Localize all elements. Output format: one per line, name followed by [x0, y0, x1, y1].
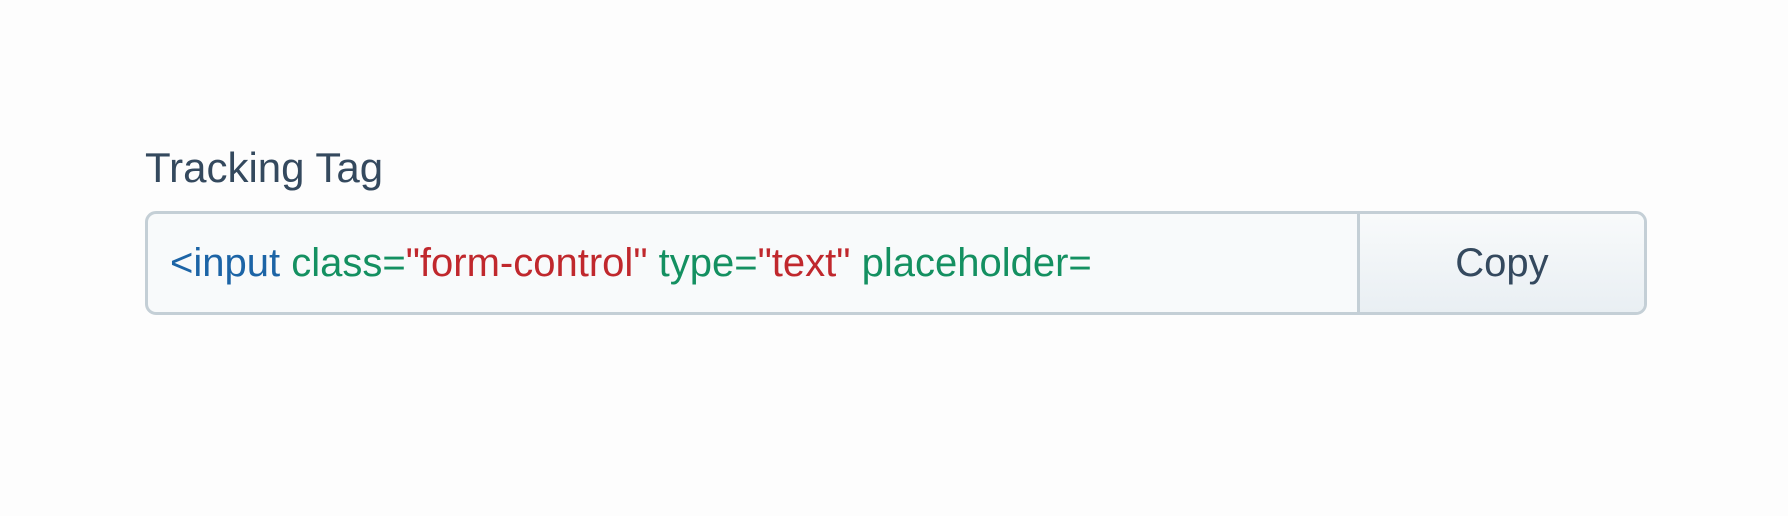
code-token-attribute: type=: [658, 240, 758, 285]
tracking-tag-input-group: <input class= "form-control" type= "text…: [145, 211, 1647, 315]
code-token-attribute: class=: [291, 240, 406, 285]
tracking-tag-code-field[interactable]: <input class= "form-control" type= "text…: [148, 214, 1357, 312]
copy-button[interactable]: Copy: [1357, 214, 1644, 312]
code-token-string: "form-control": [405, 240, 648, 285]
code-token-string: "text": [757, 240, 851, 285]
code-token-attribute: placeholder=: [861, 240, 1092, 285]
code-token-tag: <input: [170, 240, 281, 285]
page: Tracking Tag <input class= "form-control…: [0, 0, 1788, 516]
tracking-tag-label: Tracking Tag: [145, 144, 384, 191]
